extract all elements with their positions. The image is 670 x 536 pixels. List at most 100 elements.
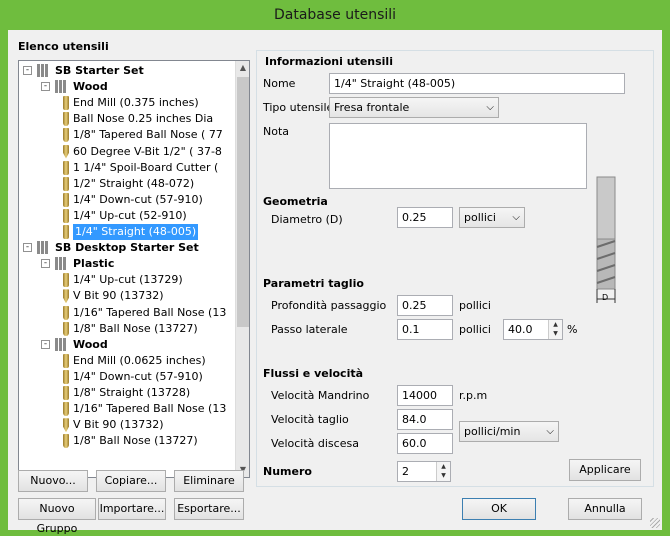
- info-section-title: Informazioni utensili: [265, 55, 393, 68]
- pass-depth-input[interactable]: 0.25: [397, 295, 453, 316]
- spin-down-icon[interactable]: ▼: [437, 471, 450, 480]
- tree-item-label: 1/16" Tapered Ball Nose (13: [73, 305, 227, 319]
- tree-item-label: 1/4" Down-cut (57-910): [73, 192, 203, 206]
- rate-unit-select[interactable]: pollici/min ⌵: [459, 421, 559, 442]
- tree-item-label: SB Starter Set: [55, 64, 144, 77]
- new-tool-button[interactable]: Nuovo...: [18, 470, 88, 492]
- ball-nose-icon: [63, 434, 69, 449]
- resize-grip-icon[interactable]: [650, 518, 660, 528]
- tree-item-label: 1/16" Tapered Ball Nose (13: [73, 402, 227, 416]
- scroll-thumb[interactable]: [237, 77, 249, 327]
- tree-item-label: Wood: [73, 337, 108, 351]
- stepover-spinner[interactable]: ▲ ▼: [548, 320, 562, 339]
- diameter-input[interactable]: 0.25: [397, 207, 453, 228]
- plunge-rate-input[interactable]: 60.0: [397, 433, 453, 454]
- end-mill-icon: [63, 273, 69, 288]
- stepover-percent-value: 40.0: [508, 323, 533, 336]
- stepover-input[interactable]: 0.1: [397, 319, 453, 340]
- end-mill-icon: [63, 96, 69, 111]
- scroll-up-icon[interactable]: ▲: [236, 61, 249, 75]
- tree-item-label: 1/8" Straight (13728): [73, 386, 191, 399]
- tool-info-panel: Informazioni utensili Nome 1/4" Straight…: [256, 50, 654, 487]
- feed-rate-label: Velocità taglio: [271, 413, 349, 426]
- tool-type-value: Fresa frontale: [334, 101, 410, 114]
- cancel-button[interactable]: Annulla: [568, 498, 642, 520]
- tool-number-input[interactable]: 2 ▲ ▼: [397, 461, 451, 482]
- tree-item-label: 1 1/4" Spoil-Board Cutter (: [73, 160, 219, 174]
- spin-up-icon[interactable]: ▲: [437, 462, 450, 471]
- name-input[interactable]: 1/4" Straight (48-005): [329, 73, 625, 94]
- spindle-speed-label: Velocità Mandrino: [271, 389, 370, 402]
- tree-item-label: 1/4" Down-cut (57-910): [73, 369, 203, 383]
- name-label: Nome: [263, 77, 296, 90]
- end-mill-icon: [63, 386, 69, 400]
- collapse-icon[interactable]: -: [41, 259, 50, 269]
- apply-button[interactable]: Applicare: [569, 459, 641, 481]
- tree-item-label: 60 Degree V-Bit 1/2" ( 37-8: [73, 144, 222, 158]
- import-button[interactable]: Importare...: [98, 498, 166, 520]
- ok-button[interactable]: OK: [462, 498, 536, 520]
- diameter-unit-value: pollici: [464, 211, 496, 224]
- tree-item-label: 1/8" Ball Nose (13727): [73, 321, 198, 335]
- cutting-section-title: Parametri taglio: [263, 277, 364, 290]
- feed-rate-input[interactable]: 84.0: [397, 409, 453, 430]
- spindle-speed-input[interactable]: 14000: [397, 385, 453, 406]
- tool-number-value: 2: [402, 465, 409, 478]
- tool-group-icon: [37, 64, 49, 77]
- tool-tree[interactable]: 1/8" Ball Nose (13727) V Bit 90 (13732) 1/…: [18, 60, 250, 478]
- pass-depth-label: Profondità passaggio: [271, 299, 387, 312]
- chevron-down-icon: ⌵: [546, 426, 554, 437]
- stepover-percent-input[interactable]: 40.0 ▲ ▼: [503, 319, 563, 340]
- ball-nose-icon: [63, 128, 69, 143]
- end-mill-diagram-icon: [596, 176, 616, 303]
- chevron-down-icon: ⌵: [512, 212, 520, 223]
- delete-tool-button[interactable]: Eliminare: [174, 470, 244, 492]
- tree-item-label: End Mill (0.0625 inches): [73, 353, 206, 367]
- tree-item-label: 1/4" Up-cut (52-910): [73, 208, 187, 222]
- collapse-icon[interactable]: -: [23, 243, 32, 253]
- geometry-section-title: Geometria: [263, 195, 328, 208]
- end-mill-icon: [63, 208, 69, 223]
- tree-item-label: V Bit 90 (13732): [73, 418, 164, 432]
- collapse-icon[interactable]: -: [23, 66, 32, 75]
- tool-database-window: Database utensili Elenco utensili 1/8" B…: [0, 0, 670, 536]
- note-label: Nota: [263, 125, 290, 138]
- spin-down-icon[interactable]: ▼: [549, 329, 562, 338]
- v-bit-icon: [63, 289, 69, 304]
- collapse-icon[interactable]: -: [41, 339, 50, 349]
- new-group-button[interactable]: Nuovo Gruppo: [18, 498, 96, 535]
- collapse-icon[interactable]: -: [41, 82, 50, 92]
- tool-number-spinner[interactable]: ▲ ▼: [436, 462, 450, 481]
- note-textarea[interactable]: [329, 123, 587, 189]
- end-mill-icon: [63, 369, 69, 384]
- end-mill-icon: [63, 160, 69, 175]
- tool-group-icon: [55, 337, 67, 351]
- diameter-unit-select[interactable]: pollici ⌵: [459, 207, 525, 228]
- copy-tool-button[interactable]: Copiare...: [96, 470, 166, 492]
- tree-item-label: 1/8" Tapered Ball Nose ( 77: [73, 128, 223, 142]
- tool-group-icon: [55, 257, 67, 271]
- spin-up-icon[interactable]: ▲: [549, 320, 562, 329]
- tree-item-label: 1/4" Up-cut (13729): [73, 273, 183, 287]
- tree-item-label: Plastic: [73, 257, 115, 271]
- percent-sign: %: [567, 323, 578, 336]
- tree-scrollbar[interactable]: ▲ ▼: [235, 61, 249, 477]
- tree-item-label: 1/2" Straight (48-072): [73, 176, 195, 190]
- rate-unit-value: pollici/min: [464, 425, 521, 438]
- end-mill-icon: [63, 225, 69, 239]
- v-bit-icon: [63, 418, 69, 433]
- tree-item-label: 1/8" Ball Nose (13727): [73, 434, 198, 448]
- stepover-label: Passo laterale: [271, 323, 348, 336]
- dialog-client: Elenco utensili 1/8" Ball Nose (13727) V …: [8, 30, 662, 535]
- tool-type-label: Tipo utensile: [263, 101, 334, 114]
- tree-item-label: V Bit 90 (13732): [73, 289, 164, 303]
- end-mill-icon: [63, 176, 69, 191]
- tool-list-label: Elenco utensili: [18, 40, 109, 53]
- tree-item-label: End Mill (0.375 inches): [73, 96, 199, 110]
- export-button[interactable]: Esportare...: [174, 498, 244, 520]
- v-bit-icon: [63, 144, 69, 159]
- tree-item-label: SB Desktop Starter Set: [55, 241, 199, 255]
- tool-type-select[interactable]: Fresa frontale ⌵: [329, 97, 499, 118]
- stepover-unit: pollici: [459, 323, 491, 336]
- end-mill-icon: [63, 353, 69, 368]
